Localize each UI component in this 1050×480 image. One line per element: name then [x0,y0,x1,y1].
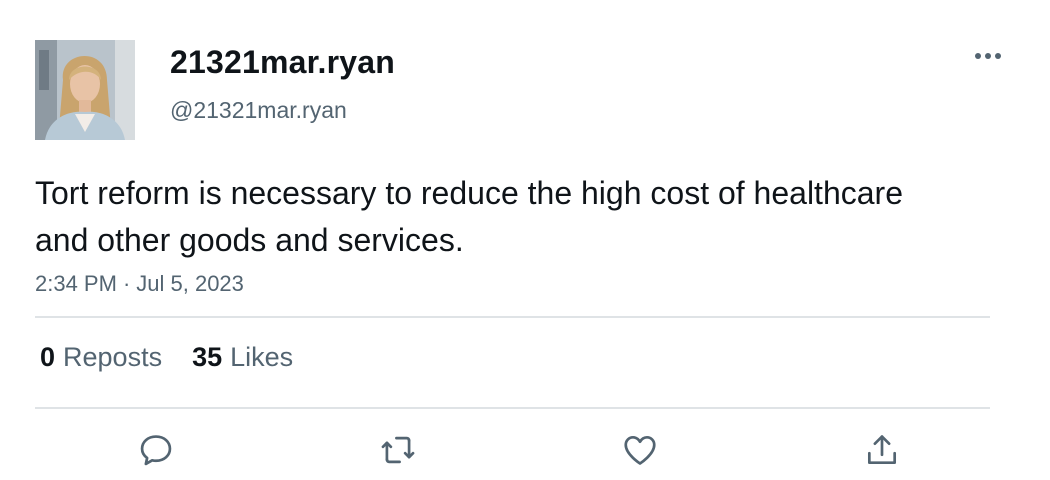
reply-button[interactable] [134,428,178,472]
reposts-stat[interactable]: 0 Reposts [40,342,162,373]
likes-label: Likes [230,342,294,372]
like-button[interactable] [618,428,662,472]
tweet-card: 21321mar.ryan @21321mar.ryan Tort reform… [0,0,1050,480]
tweet-date[interactable]: Jul 5, 2023 [136,271,244,296]
like-icon [624,435,656,465]
reposts-count: 0 [40,342,56,372]
repost-button[interactable] [376,428,420,472]
likes-stat[interactable]: 35 Likes [192,342,293,373]
more-options-button[interactable] [968,40,1008,72]
divider [35,407,990,409]
timestamp[interactable]: 2:34 PM · Jul 5, 2023 [35,271,244,297]
share-icon [867,435,897,465]
likes-count: 35 [192,342,223,372]
engagement-stats: 0 Reposts 35 Likes [40,342,293,373]
tweet-text: Tort reform is necessary to reduce the h… [35,175,903,258]
avatar[interactable] [35,40,135,140]
user-handle[interactable]: @21321mar.ryan [170,97,347,124]
reposts-label: Reposts [63,342,163,372]
timestamp-separator: · [122,271,131,296]
repost-icon [381,436,415,464]
profile-photo-icon [35,40,135,140]
display-name[interactable]: 21321mar.ryan [170,44,395,81]
tweet-time[interactable]: 2:34 PM [35,271,117,296]
divider [35,316,990,318]
reply-icon [140,435,172,466]
more-icon [975,53,1001,59]
share-button[interactable] [860,428,904,472]
